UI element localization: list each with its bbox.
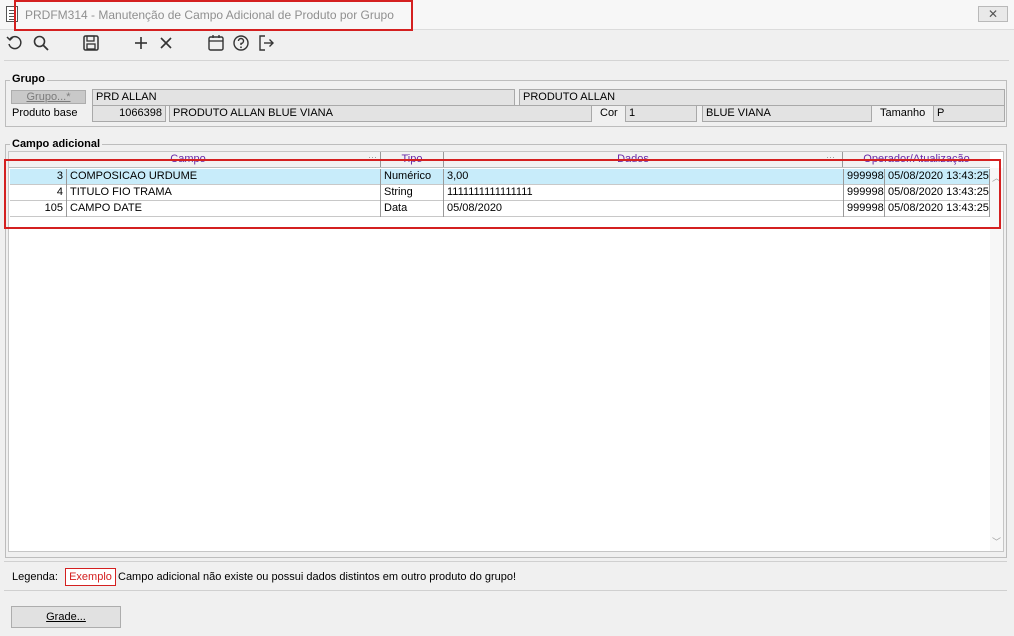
produto-base-code-field[interactable]: 1066398 xyxy=(92,105,166,122)
grade-button[interactable]: Grade... xyxy=(11,606,121,628)
grupo-name-field: PRODUTO ALLAN xyxy=(519,89,1005,106)
cor-code-field[interactable]: 1 xyxy=(625,105,697,122)
help-icon[interactable] xyxy=(231,34,251,54)
undo-icon[interactable] xyxy=(5,34,25,54)
toolbar xyxy=(0,31,1014,57)
cor-name-field: BLUE VIANA xyxy=(702,105,872,122)
grupo-button[interactable]: Grupo...* xyxy=(11,90,86,104)
campo-adicional-section-title: Campo adicional xyxy=(10,138,103,150)
search-icon[interactable] xyxy=(31,34,51,54)
exit-icon[interactable] xyxy=(256,34,276,54)
tamanho-field[interactable]: P xyxy=(933,105,1005,122)
toolbar-separator xyxy=(4,60,1009,61)
save-icon[interactable] xyxy=(81,34,101,54)
produto-base-label: Produto base xyxy=(12,107,78,119)
cor-label: Cor xyxy=(600,107,618,119)
delete-icon[interactable] xyxy=(156,34,176,54)
add-icon[interactable] xyxy=(131,34,151,54)
grid-highlight-box xyxy=(4,159,1001,229)
produto-base-name-field: PRODUTO ALLAN BLUE VIANA xyxy=(169,105,592,122)
legend-description: Campo adicional não existe ou possui dad… xyxy=(118,571,517,583)
calendar-icon[interactable] xyxy=(206,34,226,54)
grupo-section-title: Grupo xyxy=(10,73,47,85)
scroll-down-icon[interactable]: ﹀ xyxy=(990,536,1003,548)
title-highlight-box xyxy=(14,0,413,31)
legend-label: Legenda: xyxy=(12,571,58,583)
tamanho-label: Tamanho xyxy=(880,107,926,119)
grade-button-label: Grade... xyxy=(46,611,86,623)
legend-sample: Exemplo xyxy=(65,568,116,586)
close-button[interactable]: ✕ xyxy=(978,6,1008,22)
grupo-code-field[interactable]: PRD ALLAN xyxy=(92,89,515,106)
